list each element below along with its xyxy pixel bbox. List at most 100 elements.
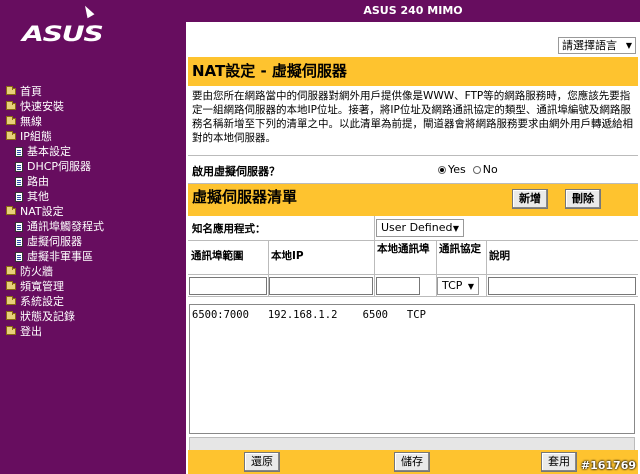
- description-input[interactable]: [488, 277, 636, 295]
- port-range-input[interactable]: [189, 277, 267, 295]
- folder-icon: [6, 131, 16, 140]
- sidebar-item-label: 基本設定: [27, 145, 71, 158]
- list-item[interactable]: 6500:7000 192.168.1.2 6500 TCP: [192, 309, 426, 321]
- language-select[interactable]: 請選擇語言 ▼: [558, 37, 636, 54]
- folder-icon: [6, 266, 16, 275]
- sidebar-item[interactable]: 虛擬非軍事區: [6, 249, 104, 264]
- chevron-down-icon: ▼: [452, 224, 459, 233]
- sidebar-item[interactable]: 頻寬管理: [6, 279, 104, 294]
- folder-icon: [6, 326, 16, 335]
- app-select-value: User Defined: [381, 221, 453, 234]
- page-icon: [15, 221, 23, 232]
- enable-options: Yes No: [438, 163, 498, 176]
- app-label: 知名應用程式：: [192, 223, 266, 235]
- col-port-range: 通訊埠範圍: [191, 250, 244, 262]
- page-icon: [15, 176, 23, 187]
- protocol-select-value: TCP: [442, 279, 463, 292]
- page-icon: [15, 191, 23, 202]
- enable-yes-radio[interactable]: Yes: [438, 163, 466, 176]
- folder-icon: [6, 86, 16, 95]
- list-title: 虛擬伺服器清單: [192, 188, 298, 206]
- sidebar-item-label: 其他: [27, 190, 49, 203]
- registered-mark: ®: [87, 25, 94, 33]
- enable-virtual-server-label: 啟用虛擬伺服器？: [192, 165, 280, 178]
- folder-icon: [6, 101, 16, 110]
- add-button[interactable]: 新增: [512, 189, 548, 209]
- model-name: ASUS 240 MIMO: [363, 4, 463, 17]
- mouse-cursor-icon: [81, 3, 95, 19]
- folder-icon: [6, 116, 16, 125]
- sidebar-item[interactable]: DHCP伺服器: [6, 159, 104, 174]
- folder-icon: [6, 311, 16, 320]
- footer-bar: 還原 儲存 套用: [188, 450, 638, 474]
- sidebar-item[interactable]: 虛擬伺服器: [6, 234, 104, 249]
- folder-icon: [6, 281, 16, 290]
- page-icon: [15, 146, 23, 157]
- col-description: 說明: [489, 250, 510, 262]
- folder-icon: [6, 296, 16, 305]
- page-title: NAT設定 - 虛擬伺服器: [188, 57, 638, 86]
- sidebar-item-label: 首頁: [20, 85, 42, 98]
- save-button[interactable]: 儲存: [394, 452, 430, 472]
- enable-no-radio[interactable]: No: [472, 163, 498, 176]
- sidebar-item[interactable]: 狀態及記錄: [6, 309, 104, 324]
- sidebar-item[interactable]: 快速安裝: [6, 99, 104, 114]
- enable-yes-label: Yes: [448, 163, 466, 176]
- sidebar-item-label: 虛擬伺服器: [27, 235, 82, 248]
- enable-virtual-server-row: 啟用虛擬伺服器？ Yes No: [188, 156, 638, 184]
- sidebar-item-label: 快速安裝: [20, 100, 64, 113]
- sidebar-item-label: 狀態及記錄: [20, 310, 75, 323]
- sidebar-item-label: 路由: [27, 175, 49, 188]
- sidebar-item[interactable]: 首頁: [6, 84, 104, 99]
- sidebar-item[interactable]: 系統設定: [6, 294, 104, 309]
- watermark: #161769: [580, 459, 636, 472]
- chevron-down-icon: ▼: [625, 41, 632, 50]
- sidebar-item[interactable]: 防火牆: [6, 264, 104, 279]
- local-ip-input[interactable]: [269, 277, 373, 295]
- sidebar-item[interactable]: 通訊埠觸發程式: [6, 219, 104, 234]
- sidebar-item[interactable]: 登出: [6, 324, 104, 339]
- sidebar-item-label: DHCP伺服器: [27, 160, 92, 173]
- col-protocol: 通訊協定: [439, 243, 481, 255]
- app-select[interactable]: User Defined ▼: [376, 219, 464, 237]
- radio-checked-icon: [438, 166, 446, 174]
- delete-button[interactable]: 刪除: [565, 189, 601, 209]
- apply-button[interactable]: 套用: [541, 452, 577, 472]
- sidebar-item-label: IP組態: [20, 130, 52, 143]
- sidebar-item-label: 通訊埠觸發程式: [27, 220, 104, 233]
- sidebar-nav: 首頁快速安裝無線 IP組態基本設定 DHCP伺服器 路由其他 NAT設定通訊埠觸發程式虛…: [6, 84, 104, 339]
- page-icon: [15, 236, 23, 247]
- page-icon: [15, 161, 23, 172]
- sidebar-item[interactable]: 無線: [6, 114, 104, 129]
- horizontal-scrollbar[interactable]: [189, 437, 635, 451]
- page-description: 要由您所在網路當中的伺服器對網外用戶提供像是WWW、FTP等的網路服務時，您應該…: [188, 86, 638, 156]
- main-panel: NAT設定 - 虛擬伺服器 要由您所在網路當中的伺服器對網外用戶提供像是WWW、…: [188, 57, 638, 474]
- sidebar-item[interactable]: 路由: [6, 174, 104, 189]
- top-header: ASUS 240 MIMO: [186, 0, 640, 22]
- chevron-down-icon: ▼: [467, 282, 474, 291]
- sidebar-item-label: 頻寬管理: [20, 280, 64, 293]
- sidebar: ASUS ® 首頁 快速安裝 無線 IP組態 基本設定 DHCP伺服器 路由 其他 NAT設定通…: [0, 0, 186, 474]
- protocol-select[interactable]: TCP ▼: [437, 277, 479, 295]
- virtual-server-list[interactable]: 6500:7000 192.168.1.2 6500 TCP: [189, 304, 635, 434]
- sidebar-item-label: 系統設定: [20, 295, 64, 308]
- local-port-input[interactable]: [376, 277, 420, 295]
- sidebar-item[interactable]: NAT設定: [6, 204, 104, 219]
- page-icon: [15, 251, 23, 262]
- folder-icon: [6, 206, 16, 215]
- sidebar-item[interactable]: 基本設定: [6, 144, 104, 159]
- sidebar-item-label: 登出: [20, 325, 42, 338]
- radio-unchecked-icon: [472, 166, 481, 174]
- enable-no-label: No: [482, 163, 498, 176]
- col-local-ip: 本地IP: [271, 250, 304, 262]
- sidebar-item-label: NAT設定: [20, 205, 64, 218]
- language-select-label: 請選擇語言: [562, 39, 617, 52]
- sidebar-item[interactable]: IP組態: [6, 129, 104, 144]
- entry-form: 知名應用程式： User Defined ▼ 通訊埠範圍 本地IP 本地通訊埠 …: [188, 216, 638, 297]
- sidebar-item[interactable]: 其他: [6, 189, 104, 204]
- sidebar-item-label: 防火牆: [20, 265, 53, 278]
- sidebar-item-label: 虛擬非軍事區: [27, 250, 93, 263]
- restore-button[interactable]: 還原: [244, 452, 280, 472]
- sidebar-item-label: 無線: [20, 115, 42, 128]
- col-local-port: 本地通訊埠: [377, 243, 430, 255]
